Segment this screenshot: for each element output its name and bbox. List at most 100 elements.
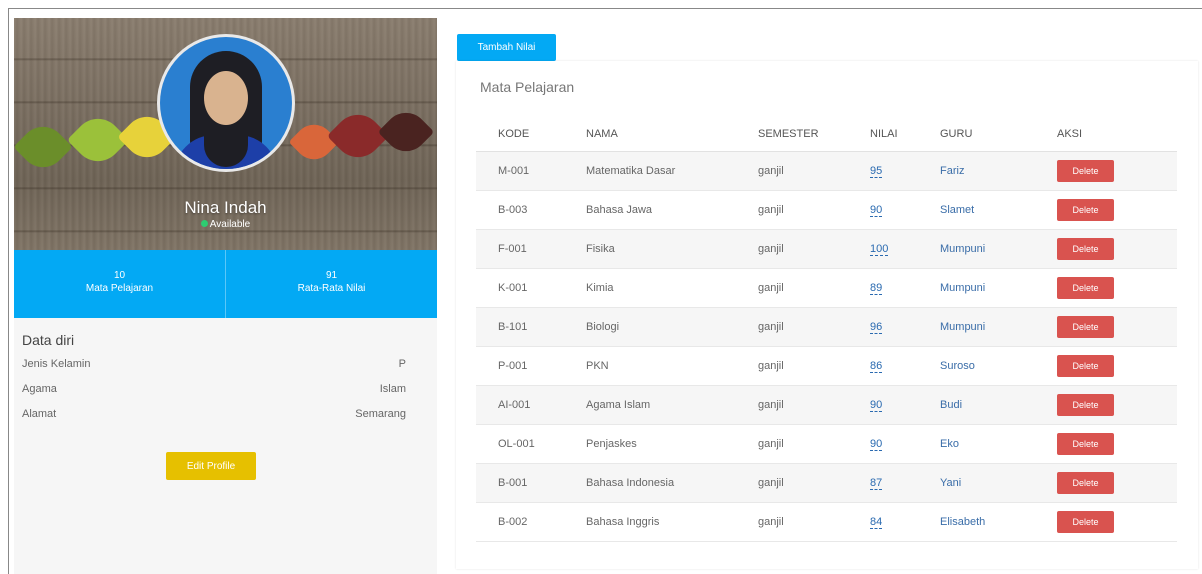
profile-card: Nina Indah Available 10 Mata Pelajaran 9… [14, 18, 437, 574]
column-header-guru: GURU [940, 117, 1057, 152]
cell-nilai: 89 [870, 268, 940, 308]
column-header-kode: KODE [476, 117, 586, 152]
cell-nama: Fisika [586, 229, 758, 269]
column-header-nilai: NILAI [870, 117, 940, 152]
nilai-editable-link[interactable]: 90 [870, 398, 883, 412]
cell-kode: B-101 [476, 307, 586, 347]
nilai-editable-link[interactable]: 84 [870, 515, 883, 529]
cell-guru: Suroso [940, 346, 1057, 386]
panel-title: Mata Pelajaran [480, 79, 575, 95]
cell-guru: Slamet [940, 190, 1057, 230]
cell-nama: Bahasa Jawa [586, 190, 758, 230]
cell-guru: Fariz [940, 151, 1057, 191]
status-dot-icon [200, 220, 208, 227]
cell-guru: Mumpuni [940, 307, 1057, 347]
cell-semester: ganjil [758, 385, 870, 425]
cell-aksi: Delete [1057, 463, 1177, 503]
cell-aksi: Delete [1057, 190, 1177, 230]
leaf-decoration [14, 117, 73, 177]
nilai-editable-link[interactable]: 95 [870, 164, 883, 178]
info-value: Islam [379, 383, 406, 395]
cell-nama: Agama Islam [586, 385, 758, 425]
avatar-photo [160, 37, 292, 169]
cell-nilai: 84 [870, 502, 940, 542]
guru-name: Yani [940, 476, 962, 489]
cell-guru: Mumpuni [940, 229, 1057, 269]
cell-nama: PKN [586, 346, 758, 386]
delete-button[interactable]: Delete [1057, 393, 1114, 416]
stat-value: 10 [113, 270, 126, 281]
cell-aksi: Delete [1057, 229, 1177, 269]
nilai-editable-link[interactable]: 87 [870, 476, 883, 490]
cell-nilai: 95 [870, 151, 940, 191]
table-row: P-001 PKN ganjil 86 Suroso Delete [476, 346, 1177, 386]
cell-nilai: 87 [870, 463, 940, 503]
cell-aksi: Delete [1057, 346, 1177, 386]
cell-kode: OL-001 [476, 424, 586, 464]
cell-guru: Eko [940, 424, 1057, 464]
column-header-aksi: AKSI [1057, 117, 1177, 152]
nilai-editable-link[interactable]: 86 [870, 359, 883, 373]
table-row: B-003 Bahasa Jawa ganjil 90 Slamet Delete [476, 190, 1177, 230]
cell-aksi: Delete [1057, 385, 1177, 425]
delete-button[interactable]: Delete [1057, 276, 1114, 299]
cell-kode: M-001 [476, 151, 586, 191]
nilai-editable-link[interactable]: 90 [870, 437, 883, 451]
cell-kode: F-001 [476, 229, 586, 269]
stat-value: 91 [325, 270, 338, 281]
cell-nama: Kimia [586, 268, 758, 308]
mata-pelajaran-panel: Mata Pelajaran KODE NAMA SEMESTER NILAI … [456, 61, 1198, 569]
delete-button[interactable]: Delete [1057, 198, 1114, 221]
column-header-semester: SEMESTER [758, 117, 870, 152]
guru-name: Slamet [940, 203, 975, 216]
stat-label: Rata-Rata Nilai [297, 283, 366, 294]
cell-nilai: 90 [870, 385, 940, 425]
info-row: Agama Islam [22, 380, 406, 405]
cell-aksi: Delete [1057, 502, 1177, 542]
nilai-editable-link[interactable]: 90 [870, 203, 883, 217]
guru-name: Budi [940, 398, 963, 411]
guru-name: Mumpuni [940, 320, 986, 333]
delete-button[interactable]: Delete [1057, 237, 1114, 260]
table-row: M-001 Matematika Dasar ganjil 95 Fariz Delete [476, 151, 1177, 191]
delete-button[interactable]: Delete [1057, 354, 1114, 377]
status-text: Available [209, 219, 251, 230]
delete-button[interactable]: Delete [1057, 315, 1114, 338]
cell-aksi: Delete [1057, 424, 1177, 464]
edit-profile-button[interactable]: Edit Profile [166, 452, 256, 480]
cell-nilai: 90 [870, 424, 940, 464]
guru-name: Eko [940, 437, 959, 450]
info-label: Agama [22, 383, 57, 395]
info-value: Semarang [355, 408, 406, 420]
guru-name: Suroso [940, 359, 975, 372]
profile-name: Nina Indah [184, 198, 267, 217]
profile-cover: Nina Indah Available [14, 18, 437, 250]
delete-button[interactable]: Delete [1057, 159, 1114, 182]
nilai-editable-link[interactable]: 89 [870, 281, 883, 295]
table-header-row: KODE NAMA SEMESTER NILAI GURU AKSI [476, 117, 1177, 152]
cell-semester: ganjil [758, 268, 870, 308]
cell-aksi: Delete [1057, 268, 1177, 308]
delete-button[interactable]: Delete [1057, 471, 1114, 494]
cell-guru: Elisabeth [940, 502, 1057, 542]
info-label: Jenis Kelamin [22, 358, 91, 370]
nilai-editable-link[interactable]: 96 [870, 320, 883, 334]
avatar [157, 34, 295, 172]
info-value: P [398, 358, 406, 370]
cell-semester: ganjil [758, 346, 870, 386]
profile-stats: 10 Mata Pelajaran 91 Rata-Rata Nilai [14, 250, 437, 318]
cell-nama: Matematika Dasar [586, 151, 758, 191]
leaf-decoration [377, 103, 435, 161]
table-row: K-001 Kimia ganjil 89 Mumpuni Delete [476, 268, 1177, 308]
delete-button[interactable]: Delete [1057, 510, 1114, 533]
cell-nilai: 96 [870, 307, 940, 347]
delete-button[interactable]: Delete [1057, 432, 1114, 455]
cell-nilai: 100 [870, 229, 940, 269]
cell-nilai: 86 [870, 346, 940, 386]
cell-nama: Bahasa Indonesia [586, 463, 758, 503]
cell-kode: P-001 [476, 346, 586, 386]
cell-semester: ganjil [758, 229, 870, 269]
status-label: Available [14, 219, 437, 230]
nilai-editable-link[interactable]: 100 [870, 242, 889, 256]
tambah-nilai-button[interactable]: Tambah Nilai [457, 34, 556, 61]
